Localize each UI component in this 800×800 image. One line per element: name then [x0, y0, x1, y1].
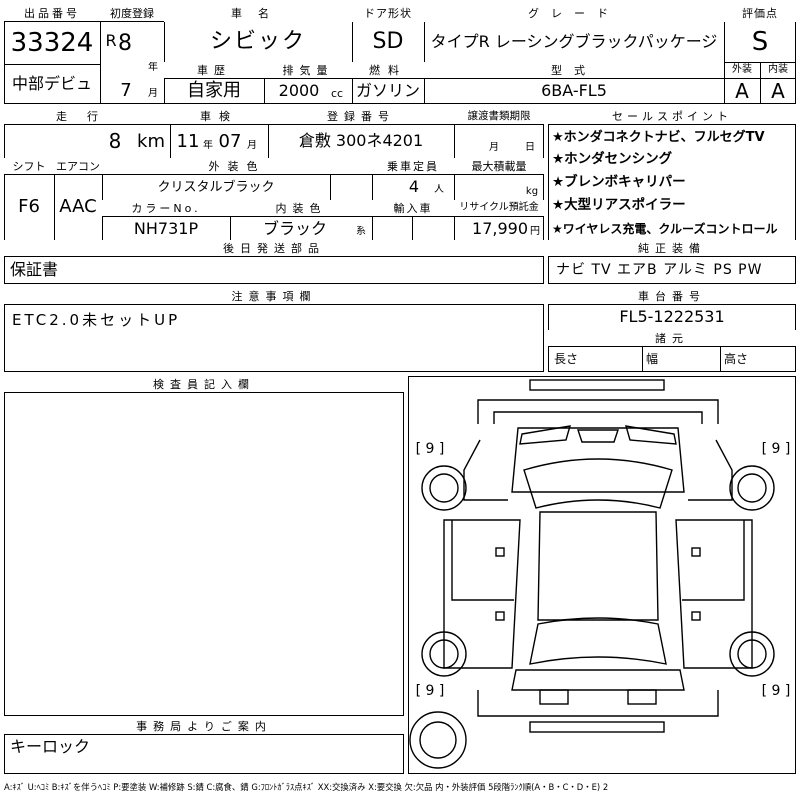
trunk: [511, 669, 685, 691]
front-right-wheel: [729, 465, 775, 511]
left-rear-handle: [495, 611, 505, 621]
right-rear-handle: [691, 611, 701, 621]
front-left-wheel: [421, 465, 467, 511]
grille: [577, 429, 619, 443]
front-left-wheel-inner: [429, 473, 459, 503]
tail-lamp-right: [627, 689, 657, 705]
spare-tyre: [409, 711, 467, 769]
right-door-handle: [691, 547, 701, 557]
right-door-line: [682, 520, 745, 601]
spare-tyre-inner: [419, 721, 457, 759]
front-bumper-inner: [493, 411, 703, 424]
rear-bumper: [477, 690, 719, 717]
front-bumper-bar: [529, 379, 665, 391]
tire-mark-front-left: [ 9 ]: [415, 441, 445, 457]
tail-lamp-left: [539, 689, 569, 705]
left-front-fender: [463, 439, 508, 501]
bonnet: [511, 427, 685, 493]
left-door-line: [451, 520, 514, 601]
rear-window: [529, 617, 667, 665]
legend: A:ｷｽﾞ U:ﾍｺﾐ B:ｷｽﾞを伴うﾍｺﾐ P:要塗装 W:補修跡 S:錆 …: [4, 781, 609, 792]
roof: [537, 511, 659, 621]
car-damage-diagram: [409, 379, 775, 769]
tire-mark-front-right: [ 9 ]: [761, 441, 791, 457]
front-right-wheel-inner: [737, 473, 767, 503]
tire-mark-rear-right: [ 9 ]: [761, 683, 791, 699]
right-front-fender: [688, 439, 733, 501]
rear-bumper-bar: [529, 721, 665, 733]
windscreen: [523, 458, 673, 509]
left-door-handle: [495, 547, 505, 557]
tire-mark-rear-left: [ 9 ]: [415, 683, 445, 699]
